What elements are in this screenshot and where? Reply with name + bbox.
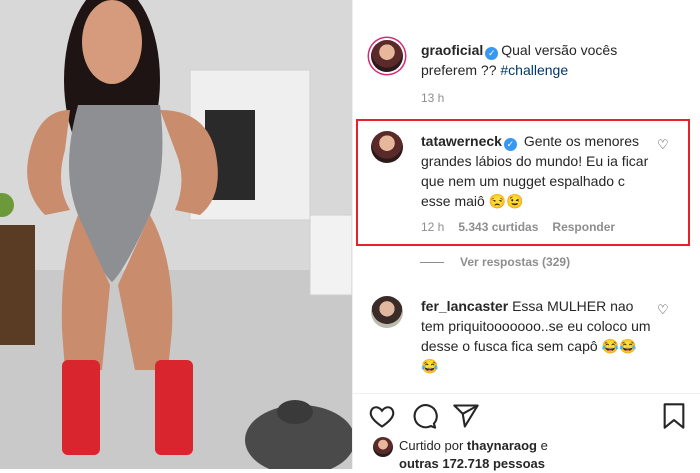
action-bar — [352, 393, 700, 434]
author-avatar[interactable] — [371, 40, 403, 72]
commenter-username[interactable]: fer_lancaster — [421, 298, 508, 314]
commenter-avatar[interactable] — [371, 296, 403, 328]
comment-item: tatawerneck ✓ Gente os menores grandes lá… — [371, 131, 671, 211]
author-username[interactable]: graoficial — [421, 42, 483, 58]
liker-avatar[interactable] — [373, 437, 393, 457]
comment-text-block: tatawerneck ✓ Gente os menores grandes lá… — [421, 131, 653, 211]
verified-badge-icon: ✓ — [503, 138, 517, 151]
comment-meta: 12 h 5.343 curtidas Responder — [421, 220, 615, 234]
comment-like-heart-icon[interactable]: ♡ — [657, 137, 669, 153]
commenter-avatar[interactable] — [371, 131, 403, 163]
liked-by-prefix: Curtido por — [399, 438, 467, 453]
bookmark-icon[interactable] — [660, 402, 688, 430]
caption-meta: 13 h — [421, 91, 444, 105]
comment-icon[interactable] — [410, 402, 438, 430]
replies-divider — [420, 261, 444, 263]
comment-text-block: fer_lancaster Essa MULHER nao tem priqui… — [421, 296, 653, 376]
caption-time: 13 h — [421, 91, 445, 105]
liked-by-text: Curtido por thaynaraog e outras 172.718 … — [399, 437, 649, 473]
comment-time: 12 h — [421, 220, 445, 234]
reply-button[interactable]: Responder — [552, 220, 615, 234]
share-icon[interactable] — [452, 402, 480, 430]
liked-by: Curtido por thaynaraog e outras 172.718 … — [373, 437, 649, 473]
comment-like-heart-icon[interactable]: ♡ — [657, 302, 669, 318]
hashtag-link[interactable]: #challenge — [500, 62, 568, 78]
view-replies-button[interactable]: Ver respostas (329) — [420, 255, 570, 269]
commenter-username[interactable]: tatawerneck — [421, 133, 502, 149]
liked-by-suffix: e — [537, 438, 548, 453]
view-replies-label: Ver respostas (329) — [460, 255, 571, 269]
comment-item: fer_lancaster Essa MULHER nao tem priqui… — [371, 296, 671, 376]
post-caption: graoficial ✓ Qual versão vocês preferem ??… — [371, 40, 681, 80]
post-photo — [0, 0, 352, 469]
liker-username[interactable]: thaynaraog — [467, 438, 537, 453]
caption-text-block: graoficial ✓ Qual versão vocês preferem ??… — [421, 40, 676, 80]
heart-icon[interactable] — [368, 402, 396, 430]
post-media[interactable] — [0, 0, 352, 469]
verified-badge-icon: ✓ — [485, 47, 499, 60]
comment-likes-count[interactable]: 5.343 curtidas — [458, 220, 538, 234]
